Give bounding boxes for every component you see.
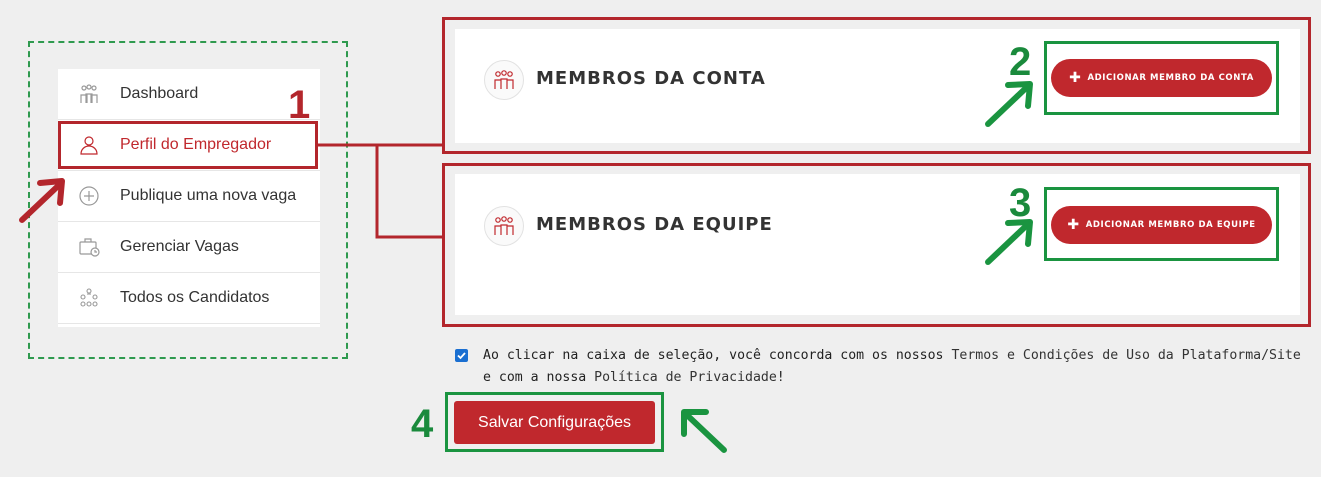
step-number-3: 3 [1009, 181, 1032, 225]
sidebar-item-label: Todos os Candidatos [120, 289, 270, 306]
terms-consent-text: Ao clicar na caixa de seleção, você conc… [483, 348, 1301, 385]
sidebar-item-todos-candidatos[interactable]: Todos os Candidatos [58, 273, 320, 324]
sidebar-item-gerenciar-vagas[interactable]: Gerenciar Vagas [58, 222, 320, 273]
plus-circle-icon [58, 185, 120, 207]
add-account-member-button[interactable]: ✚ ADICIONAR MEMBRO DA CONTA [1051, 59, 1272, 97]
plus-icon: ✚ [1067, 217, 1080, 233]
sidebar-item-label: Dashboard [120, 85, 199, 102]
step-number-1: 1 [288, 83, 311, 127]
add-account-member-label: ADICIONAR MEMBRO DA CONTA [1087, 73, 1254, 83]
team-members-title: MEMBROS DA EQUIPE [536, 214, 773, 235]
sidebar-menu: Dashboard Perfil do Empregador Publique … [58, 69, 320, 327]
briefcase-clock-icon [58, 236, 120, 258]
active-item-highlight [58, 121, 318, 169]
sidebar-item-dashboard[interactable]: Dashboard [58, 69, 320, 120]
checkmark-icon [457, 352, 466, 360]
privacy-link[interactable]: Política de Privacidade [594, 370, 777, 385]
add-team-member-label: ADICIONAR MEMBRO DA EQUIPE [1085, 220, 1256, 230]
dashboard-people-icon [58, 83, 120, 105]
team-icon [484, 206, 524, 246]
step-number-2: 2 [1009, 40, 1032, 84]
add-team-member-button[interactable]: ✚ ADICIONAR MEMBRO DA EQUIPE [1051, 206, 1272, 244]
step-number-4: 4 [411, 402, 434, 446]
sidebar-item-label: Publique uma nova vaga [120, 187, 297, 204]
group-icon [58, 287, 120, 309]
account-members-title: MEMBROS DA CONTA [536, 68, 766, 89]
terms-checkbox[interactable] [455, 349, 468, 362]
save-settings-button[interactable]: Salvar Configurações [454, 401, 655, 444]
team-icon [484, 60, 524, 100]
plus-icon: ✚ [1069, 70, 1082, 86]
connector-line-team [375, 145, 443, 239]
green-arrow-icon-save [681, 409, 727, 453]
sidebar-item-publique-vaga[interactable]: Publique uma nova vaga [58, 171, 320, 222]
sidebar-item-label: Gerenciar Vagas [120, 238, 239, 255]
terms-link[interactable]: Termos e Condições de Uso da Plataforma/… [951, 348, 1300, 363]
